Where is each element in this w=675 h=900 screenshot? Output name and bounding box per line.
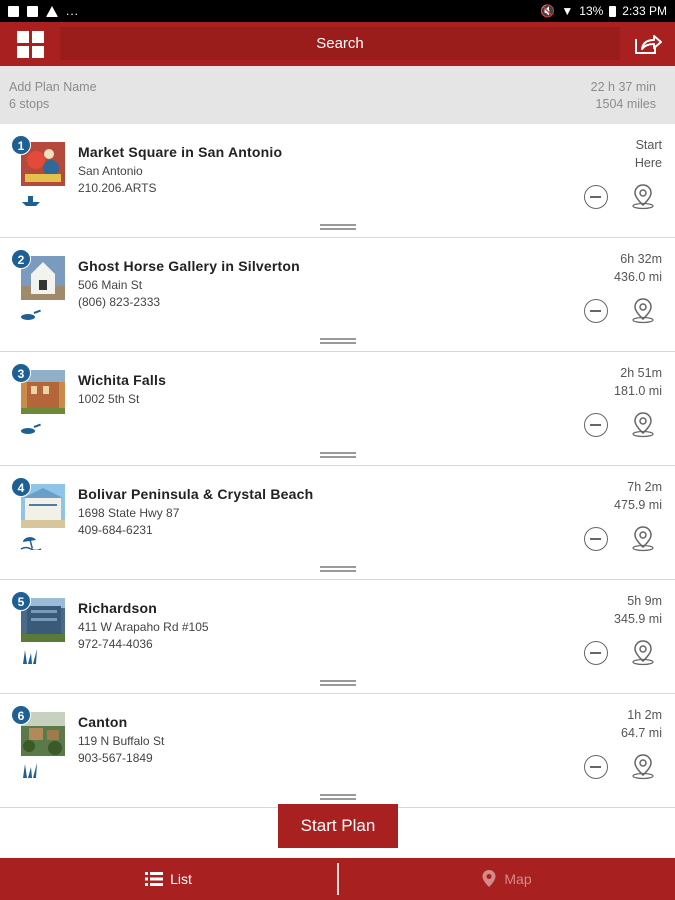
battery-level: 13% [579,4,604,18]
remove-stop-button[interactable] [584,755,608,779]
map-pin-icon[interactable] [629,752,657,780]
app-bar: Search [0,22,675,66]
list-icon [145,872,164,886]
clock: 2:33 PM [622,4,667,18]
total-time: 22 h 37 min [590,80,656,94]
drag-handle[interactable] [320,338,356,344]
stop-item[interactable]: 1 Market Square in San Antonio San Anton… [0,124,675,238]
stop-item[interactable]: 4 Bolivar Peninsula & Crystal Beach 1698… [0,466,675,580]
stop-leg-info: Start Here [635,136,662,172]
stop-name: Richardson [78,600,158,616]
stop-item[interactable]: 2 Ghost Horse Gallery in Silverton 506 M… [0,238,675,352]
drag-handle[interactable] [320,680,356,686]
leg-distance: 64.7 mi [621,726,662,740]
map-pin-icon[interactable] [629,182,657,210]
stop-phone[interactable]: 409-684-6231 [78,523,153,537]
stops-count: 6 stops [9,97,50,111]
stop-name: Ghost Horse Gallery in Silverton [78,258,300,274]
stop-address: San Antonio [78,164,143,178]
drag-handle[interactable] [320,794,356,800]
stop-leg-info: 5h 9m 345.9 mi [614,592,662,628]
grass-icon [23,649,37,664]
stop-name: Market Square in San Antonio [78,144,283,160]
frying-pan-icon [21,423,41,434]
stop-number-badge: 4 [11,477,31,497]
map-marker-icon [482,870,496,887]
leg-distance: 345.9 mi [614,612,662,626]
stop-name: Canton [78,714,128,730]
remove-stop-button[interactable] [584,413,608,437]
plan-name-field[interactable]: Add Plan Name [9,79,97,96]
map-pin-icon[interactable] [629,524,657,552]
bottom-tab-bar: List Map [0,858,675,900]
total-distance: 1504 miles [595,97,656,111]
stop-item[interactable]: 5 Richardson 411 W Arapaho Rd #105 972-7… [0,580,675,694]
beach-umbrella-icon [20,537,42,550]
wifi-icon: ▼ [561,4,574,18]
drag-handle[interactable] [320,452,356,458]
leg-distance: Here [634,156,662,170]
tab-list[interactable]: List [0,858,337,900]
tab-list-label: List [170,871,192,887]
stop-phone[interactable]: 972-744-4036 [78,637,153,651]
stop-phone[interactable]: 903-567-1849 [78,751,153,765]
drag-handle[interactable] [320,224,356,230]
leg-time: 6h 32m [620,252,662,266]
remove-stop-button[interactable] [584,527,608,551]
start-plan-button[interactable]: Start Plan [278,804,398,848]
grass-icon [23,763,37,778]
boat-icon [22,196,40,206]
stop-list: 1 Market Square in San Antonio San Anton… [0,124,675,808]
stop-name: Bolivar Peninsula & Crystal Beach [78,486,314,502]
map-pin-icon[interactable] [629,638,657,666]
frying-pan-icon [21,309,41,320]
download-icon [46,5,58,17]
share-icon[interactable] [633,32,663,56]
stop-leg-info: 1h 2m 64.7 mi [621,706,662,742]
stop-leg-info: 7h 2m 475.9 mi [614,478,662,514]
stop-number-badge: 6 [11,705,31,725]
leg-time: 2h 51m [620,366,662,380]
tab-map[interactable]: Map [338,858,675,900]
remove-stop-button[interactable] [584,641,608,665]
flag-notification-icon [27,5,38,17]
stop-name: Wichita Falls [78,372,167,388]
stop-number-badge: 2 [11,249,31,269]
leg-distance: 475.9 mi [614,498,662,512]
drag-handle[interactable] [320,566,356,572]
more-notifications: ... [66,4,80,18]
leg-distance: 181.0 mi [614,384,662,398]
leg-distance: 436.0 mi [614,270,662,284]
remove-stop-button[interactable] [584,299,608,323]
stop-number-badge: 1 [11,135,31,155]
status-bar: ... 🔇 ▼ 13% 2:33 PM [0,0,675,22]
stop-number-badge: 5 [11,591,31,611]
stop-address: 119 N Buffalo St [78,734,165,748]
search-button[interactable]: Search [60,27,620,60]
tab-map-label: Map [504,871,532,887]
stop-leg-info: 2h 51m 181.0 mi [614,364,662,400]
stop-phone[interactable]: (806) 823-2333 [78,295,160,309]
grid-menu-icon[interactable] [17,31,44,58]
remove-stop-button[interactable] [584,185,608,209]
stop-address: 411 W Arapaho Rd #105 [78,620,209,634]
map-pin-icon[interactable] [629,296,657,324]
stop-item[interactable]: 3 Wichita Falls 1002 5th St 2h 51m 181.0… [0,352,675,466]
battery-icon [609,5,617,17]
stop-address: 1002 5th St [78,392,140,406]
stop-leg-info: 6h 32m 436.0 mi [614,250,662,286]
image-notification-icon [8,5,19,17]
plan-summary: Add Plan Name 6 stops 22 h 37 min 1504 m… [0,66,675,124]
leg-time: Start [635,138,662,152]
stop-number-badge: 3 [11,363,31,383]
stop-address: 1698 State Hwy 87 [78,506,180,520]
stop-phone[interactable]: 210.206.ARTS [78,181,157,195]
leg-time: 7h 2m [627,480,662,494]
map-pin-icon[interactable] [629,410,657,438]
leg-time: 1h 2m [627,708,662,722]
leg-time: 5h 9m [627,594,662,608]
stop-address: 506 Main St [78,278,143,292]
stop-item[interactable]: 6 Canton 119 N Buffalo St 903-567-1849 1… [0,694,675,808]
mute-icon: 🔇 [540,4,556,18]
